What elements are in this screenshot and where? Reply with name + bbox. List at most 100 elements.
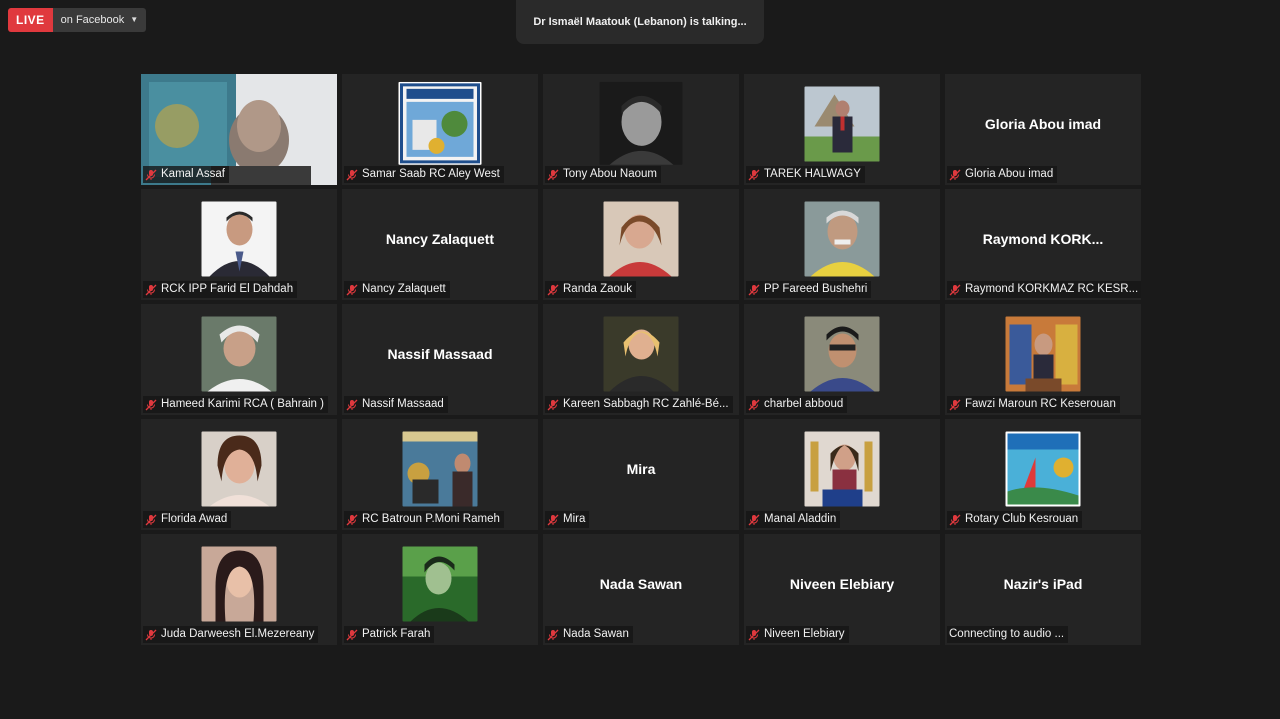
- mic-muted-icon: [145, 514, 157, 525]
- profile-picture: [201, 546, 277, 621]
- participant-name: RCK IPP Farid El Dahdah: [161, 283, 294, 295]
- participant-name: Hameed Karimi RCA ( Bahrain ): [161, 398, 324, 410]
- mic-muted-icon: [748, 284, 760, 295]
- profile-picture: [804, 316, 880, 391]
- participant-tile[interactable]: Patrick Farah: [342, 534, 538, 645]
- profile-picture: [1005, 316, 1081, 391]
- participant-name-label: Mira: [545, 511, 590, 528]
- participant-tile[interactable]: Hameed Karimi RCA ( Bahrain ): [141, 304, 337, 415]
- participant-name: Gloria Abou imad: [965, 168, 1054, 180]
- participant-name-label: Raymond KORKMAZ RC KESR...: [947, 281, 1141, 298]
- participant-tile[interactable]: Raymond KORK... Raymond KORKMAZ RC KESR.…: [945, 189, 1141, 300]
- participant-tile[interactable]: Nada Sawan Nada Sawan: [543, 534, 739, 645]
- participant-name-label: Tony Abou Naoum: [545, 166, 661, 183]
- participant-tile[interactable]: Manal Aladdin: [744, 419, 940, 530]
- mic-muted-icon: [346, 169, 358, 180]
- gallery-view: Kamal Assaf Samar Saab RC Aley West Tony…: [141, 74, 1141, 645]
- mic-muted-icon: [949, 514, 961, 525]
- participant-name-label: Florida Awad: [143, 511, 232, 528]
- participant-tile[interactable]: Florida Awad: [141, 419, 337, 530]
- mic-muted-icon: [346, 629, 358, 640]
- stream-target-dropdown[interactable]: on Facebook ▼: [52, 8, 147, 32]
- participant-name: RC Batroun P.Moni Rameh: [362, 513, 500, 525]
- participant-tile[interactable]: Nancy Zalaquett Nancy Zalaquett: [342, 189, 538, 300]
- mic-muted-icon: [949, 284, 961, 295]
- participant-name: Tony Abou Naoum: [563, 168, 657, 180]
- participant-tile[interactable]: charbel abboud: [744, 304, 940, 415]
- participant-tile[interactable]: Kareen Sabbagh RC Zahlé-Bé...: [543, 304, 739, 415]
- participant-name: Raymond KORKMAZ RC KESR...: [965, 283, 1139, 295]
- participant-name: Rotary Club Kesrouan: [965, 513, 1079, 525]
- participant-tile[interactable]: RCK IPP Farid El Dahdah: [141, 189, 337, 300]
- participant-tile[interactable]: RC Batroun P.Moni Rameh: [342, 419, 538, 530]
- participant-tile[interactable]: Kamal Assaf: [141, 74, 337, 185]
- participant-display-name: Nassif Massaad: [387, 345, 493, 362]
- participant-display-name: Nazir's iPad: [1003, 575, 1083, 592]
- participant-name: PP Fareed Bushehri: [764, 283, 868, 295]
- participant-tile[interactable]: Rotary Club Kesrouan: [945, 419, 1141, 530]
- participant-tile[interactable]: Randa Zaouk: [543, 189, 739, 300]
- profile-picture: [201, 431, 277, 506]
- participant-name-label: Randa Zaouk: [545, 281, 637, 298]
- participant-name-label: TAREK HALWAGY: [746, 166, 865, 183]
- participant-tile[interactable]: Juda Darweesh El.Mezereany: [141, 534, 337, 645]
- connecting-audio-status: Connecting to audio ...: [949, 628, 1065, 640]
- participant-name: charbel abboud: [764, 398, 844, 410]
- participant-name: Kareen Sabbagh RC Zahlé-Bé...: [563, 398, 729, 410]
- participant-name-label: Nancy Zalaquett: [344, 281, 450, 298]
- participant-name: Niveen Elebiary: [764, 628, 845, 640]
- mic-muted-icon: [547, 169, 559, 180]
- active-speaker-banner: Dr Ismaël Maatouk (Lebanon) is talking..…: [516, 0, 764, 44]
- participant-name: Kamal Assaf: [161, 168, 225, 180]
- mic-muted-icon: [145, 169, 157, 180]
- participant-name: Florida Awad: [161, 513, 228, 525]
- live-badge: LIVE: [8, 8, 53, 32]
- participant-tile[interactable]: Gloria Abou imad Gloria Abou imad: [945, 74, 1141, 185]
- participant-name: Mira: [563, 513, 586, 525]
- participant-name: Manal Aladdin: [764, 513, 837, 525]
- mic-muted-icon: [949, 399, 961, 410]
- mic-muted-icon: [346, 399, 358, 410]
- mic-muted-icon: [748, 169, 760, 180]
- participant-display-name: Mira: [626, 460, 656, 477]
- participant-name-label: PP Fareed Bushehri: [746, 281, 872, 298]
- participant-tile[interactable]: Nazir's iPad Connecting to audio ...: [945, 534, 1141, 645]
- stream-target-label: on Facebook: [60, 14, 125, 26]
- participant-display-name: Gloria Abou imad: [984, 115, 1102, 132]
- participant-status-label: Connecting to audio ...: [947, 626, 1069, 643]
- mic-muted-icon: [145, 284, 157, 295]
- participant-name-label: Nada Sawan: [545, 626, 633, 643]
- profile-picture: [603, 201, 679, 276]
- participant-tile[interactable]: PP Fareed Bushehri: [744, 189, 940, 300]
- profile-picture: [1005, 431, 1081, 506]
- mic-muted-icon: [547, 284, 559, 295]
- participant-tile[interactable]: TAREK HALWAGY: [744, 74, 940, 185]
- participant-name-label: Patrick Farah: [344, 626, 435, 643]
- mic-muted-icon: [547, 514, 559, 525]
- participant-name: TAREK HALWAGY: [764, 168, 861, 180]
- participant-name: Randa Zaouk: [563, 283, 633, 295]
- participant-display-name: Nada Sawan: [599, 575, 683, 592]
- mic-muted-icon: [547, 399, 559, 410]
- participant-name-label: Gloria Abou imad: [947, 166, 1058, 183]
- participant-tile[interactable]: Nassif Massaad Nassif Massaad: [342, 304, 538, 415]
- mic-muted-icon: [748, 514, 760, 525]
- participant-tile[interactable]: Mira Mira: [543, 419, 739, 530]
- participant-name-label: Fawzi Maroun RC Keserouan: [947, 396, 1120, 413]
- participant-tile[interactable]: Fawzi Maroun RC Keserouan: [945, 304, 1141, 415]
- profile-picture: [402, 546, 478, 621]
- participant-name: Samar Saab RC Aley West: [362, 168, 500, 180]
- participant-name: Juda Darweesh El.Mezereany: [161, 628, 315, 640]
- participant-name-label: Kamal Assaf: [143, 166, 229, 183]
- profile-picture: [201, 201, 277, 276]
- participant-tile[interactable]: Tony Abou Naoum: [543, 74, 739, 185]
- participant-name: Patrick Farah: [362, 628, 431, 640]
- mic-muted-icon: [748, 629, 760, 640]
- participant-name-label: Kareen Sabbagh RC Zahlé-Bé...: [545, 396, 733, 413]
- mic-muted-icon: [949, 169, 961, 180]
- profile-picture: [804, 431, 880, 506]
- participant-tile[interactable]: Niveen Elebiary Niveen Elebiary: [744, 534, 940, 645]
- participant-tile[interactable]: Samar Saab RC Aley West: [342, 74, 538, 185]
- profile-picture: [201, 316, 277, 391]
- profile-picture: [599, 81, 683, 165]
